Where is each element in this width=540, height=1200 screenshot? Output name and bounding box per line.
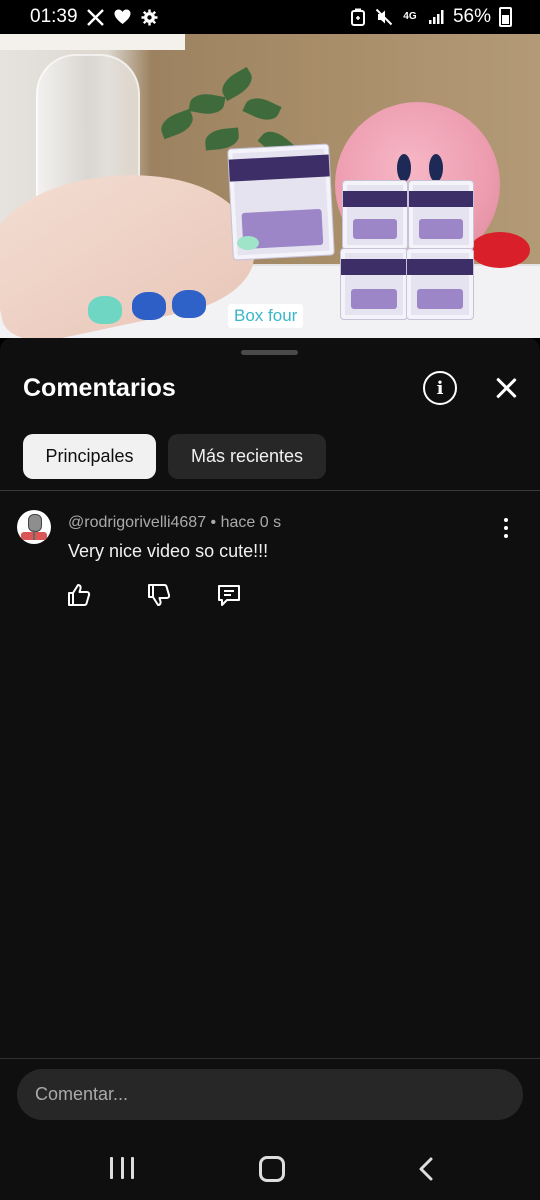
thumbs-up-icon: [68, 584, 91, 606]
thumbs-down-icon: [148, 584, 171, 606]
info-icon: i: [436, 377, 444, 399]
info-button[interactable]: i: [423, 371, 457, 405]
comment-author[interactable]: @rodrigorivelli4687: [68, 514, 206, 531]
navigation-bar: [0, 1130, 540, 1200]
like-button[interactable]: [66, 582, 96, 612]
drag-handle[interactable]: [241, 350, 298, 355]
back-button[interactable]: [414, 1156, 440, 1182]
recents-button[interactable]: [110, 1157, 134, 1181]
lamp-shade: [0, 34, 185, 50]
filter-chip-top[interactable]: Principales: [23, 434, 156, 479]
dislike-button[interactable]: [146, 582, 176, 612]
toy-figure: [132, 292, 166, 320]
battery-percent: 56%: [452, 6, 491, 27]
close-button[interactable]: [492, 374, 520, 402]
avatar[interactable]: [17, 510, 51, 544]
reply-button[interactable]: [216, 582, 246, 612]
reply-icon: [218, 585, 240, 606]
comments-sheet: Comentarios i Principales Más recientes …: [0, 338, 540, 1200]
mute-icon: [375, 7, 393, 27]
plush-foot: [470, 232, 530, 268]
toy-box: [342, 180, 408, 250]
comment-item: @rodrigorivelli4687 • hace 0 s Very nice…: [0, 508, 540, 618]
divider: [0, 490, 540, 491]
heart-icon: [114, 7, 132, 27]
video-caption: Box four: [228, 304, 304, 328]
home-button[interactable]: [259, 1156, 285, 1182]
sheet-title: Comentarios: [23, 374, 176, 402]
network-4g-icon: 4G: [401, 7, 419, 27]
battery-icon: [499, 7, 512, 27]
toy-box: [408, 180, 474, 250]
toy-box: [340, 248, 408, 320]
video-player[interactable]: Box four: [0, 34, 540, 338]
x-icon: [87, 7, 105, 27]
filter-chip-newest[interactable]: Más recientes: [168, 434, 326, 479]
battery-saver-icon: [349, 7, 367, 27]
comment-time: hace 0 s: [220, 514, 282, 531]
signal-icon: [427, 7, 445, 27]
comment-text: Very nice video so cute!!!: [68, 541, 269, 561]
toy-figure: [172, 290, 206, 318]
toy-box: [406, 248, 474, 320]
fingernail: [237, 236, 259, 250]
more-options-button[interactable]: [494, 516, 518, 540]
meta-separator: •: [210, 514, 221, 531]
back-icon: [419, 1157, 433, 1181]
gear-icon: [141, 7, 159, 27]
comment-input[interactable]: [17, 1069, 523, 1120]
network-label: 4G: [403, 11, 417, 22]
status-time: 01:39: [30, 6, 78, 27]
status-bar: 01:39 4G 56%: [0, 0, 540, 34]
comment-meta: @rodrigorivelli4687 • hace 0 s: [68, 514, 281, 532]
toy-figure: [88, 296, 122, 324]
input-divider: [0, 1058, 540, 1059]
